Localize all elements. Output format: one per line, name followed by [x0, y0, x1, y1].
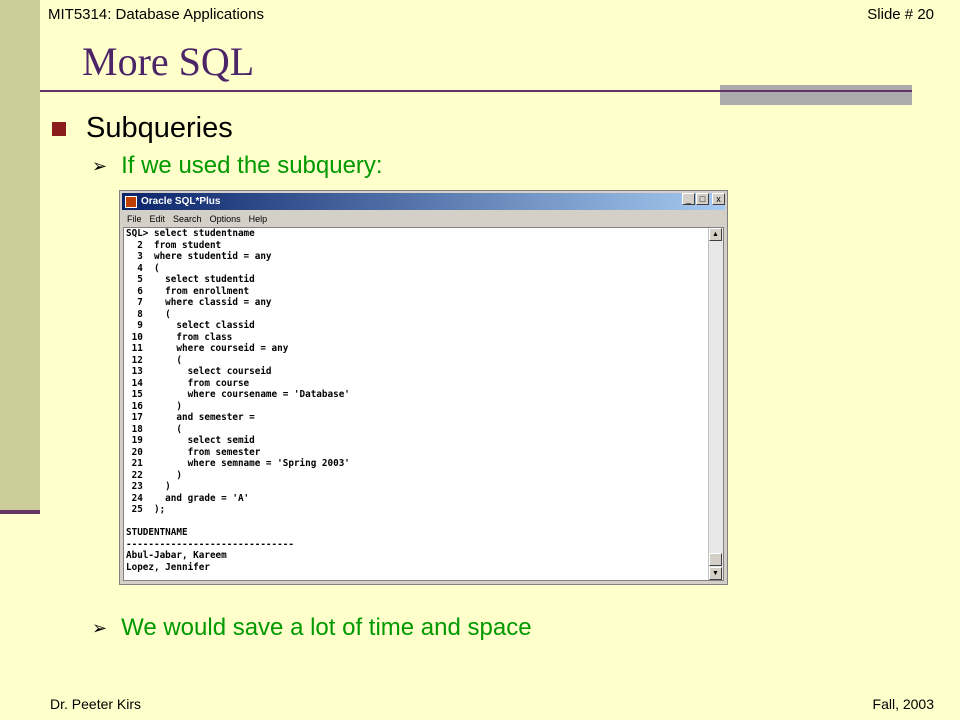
console-output: SQL> select studentname 2 from student 3… — [126, 228, 707, 580]
slide-title: More SQL — [82, 39, 255, 84]
console-area[interactable]: SQL> select studentname 2 from student 3… — [123, 227, 724, 581]
footer-author: Dr. Peeter Kirs — [50, 696, 142, 712]
menu-edit[interactable]: Edit — [150, 214, 166, 224]
console-line: 14 from course — [126, 377, 250, 389]
console-line: 24 and grade = 'A' — [126, 492, 250, 504]
console-line: 15 where coursename = 'Database' — [126, 389, 350, 400]
menu-search[interactable]: Search — [173, 214, 202, 224]
slide-number: Slide # 20 — [867, 6, 934, 23]
vertical-scrollbar[interactable]: ▲ ▼ — [708, 228, 723, 580]
main-bullet: Subqueries — [52, 112, 233, 145]
console-line: Lopez, Jennifer — [126, 561, 210, 573]
console-line: 25 ); — [126, 504, 166, 515]
course-header: MIT5314: Database Applications — [48, 6, 264, 23]
console-line: 9 select classid — [126, 320, 255, 331]
scroll-thumb[interactable] — [709, 553, 722, 566]
footer-term: Fall, 2003 — [872, 696, 934, 712]
console-line: 5 select studentid — [126, 274, 255, 285]
sub-bullet-text: We would save a lot of time and space — [121, 614, 532, 641]
menu-help[interactable]: Help — [249, 214, 268, 224]
maximize-button[interactable]: □ — [696, 193, 709, 205]
window-title: Oracle SQL*Plus — [141, 196, 221, 207]
console-line: 3 where studentid = any — [126, 251, 272, 262]
sub-bullet-text: If we used the subquery: — [121, 152, 383, 179]
arrow-bullet-icon: ➢ — [92, 617, 108, 638]
sqlplus-window: Oracle SQL*Plus _ □ x File Edit Search O… — [119, 190, 728, 585]
console-line: 21 where semname = 'Spring 2003' — [126, 458, 350, 469]
window-controls: _ □ x — [682, 193, 725, 205]
menu-bar: File Edit Search Options Help — [122, 211, 725, 226]
window-titlebar[interactable]: Oracle SQL*Plus — [122, 193, 725, 210]
minimize-button[interactable]: _ — [682, 193, 695, 205]
console-line: 7 where classid = any — [126, 297, 272, 308]
sub-bullet-2: ➢ We would save a lot of time and space — [92, 614, 532, 642]
console-line: SQL> select studentname — [126, 228, 255, 239]
menu-file[interactable]: File — [127, 214, 142, 224]
console-line: 23 ) — [126, 481, 171, 492]
console-line: Abul-Jabar, Kareem — [126, 550, 227, 561]
bullet-square-icon — [52, 121, 66, 136]
console-line: 8 ( — [126, 308, 171, 320]
sub-bullet-1: ➢ If we used the subquery: — [92, 152, 383, 180]
left-accent-bar — [0, 0, 40, 510]
console-line: 10 from class — [126, 331, 233, 343]
console-line: 4 ( — [126, 262, 160, 274]
console-line: STUDENTNAME — [126, 527, 188, 538]
console-line: 11 where courseid = any — [126, 343, 289, 354]
oracle-app-icon[interactable] — [125, 195, 137, 208]
console-line: 16 ) — [126, 400, 182, 412]
console-line: 6 from enrollment — [126, 285, 250, 297]
title-underline-block — [720, 85, 912, 105]
console-line: 22 ) — [126, 469, 182, 481]
console-line: 18 ( — [126, 423, 182, 435]
console-line: 20 from semester — [126, 446, 261, 458]
console-line: 17 and semester = — [126, 412, 255, 423]
console-line: 13 select courseid — [126, 366, 272, 377]
arrow-bullet-icon: ➢ — [92, 155, 108, 176]
close-button[interactable]: x — [712, 193, 725, 205]
console-line: 2 from student — [126, 239, 222, 251]
main-bullet-text: Subqueries — [86, 112, 233, 144]
console-line: ------------------------------ — [126, 538, 294, 550]
console-line: 12 ( — [126, 354, 182, 366]
left-accent-rule — [0, 510, 40, 514]
menu-options[interactable]: Options — [210, 214, 241, 224]
scroll-up-arrow-icon[interactable]: ▲ — [709, 228, 722, 241]
scroll-down-arrow-icon[interactable]: ▼ — [709, 567, 722, 580]
console-line: 19 select semid — [126, 435, 255, 446]
